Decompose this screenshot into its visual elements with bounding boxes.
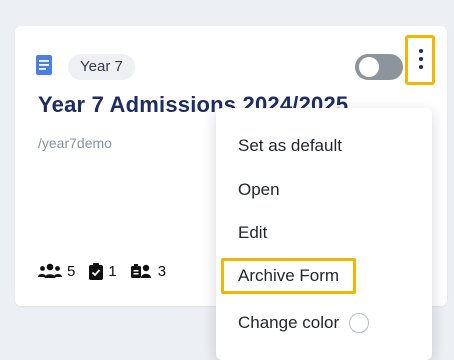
change-color-label: Change color xyxy=(238,313,340,332)
menu-item-edit[interactable]: Edit xyxy=(238,223,267,243)
form-slug: /year7demo xyxy=(38,135,112,151)
stat-users-value: 5 xyxy=(67,262,76,280)
kebab-dot xyxy=(419,49,423,53)
menu-item-open[interactable]: Open xyxy=(238,180,280,200)
reviewers-icon xyxy=(130,264,151,278)
stat-reviewers: 3 xyxy=(130,262,167,280)
color-swatch-icon xyxy=(349,313,370,333)
stat-users: 5 xyxy=(38,263,75,280)
year-badge: Year 7 xyxy=(68,54,135,80)
menu-item-archive-form[interactable]: Archive Form xyxy=(221,258,357,294)
users-icon xyxy=(38,263,62,278)
more-options-button[interactable] xyxy=(405,35,435,85)
kebab-dot xyxy=(419,65,423,69)
stat-completed-value: 1 xyxy=(108,262,117,280)
stat-completed: 1 xyxy=(89,262,117,280)
toggle-knob xyxy=(359,57,379,77)
default-toggle[interactable] xyxy=(355,54,403,80)
menu-item-change-color[interactable]: Change color xyxy=(238,313,370,333)
document-icon xyxy=(36,55,52,75)
kebab-dot xyxy=(419,57,423,61)
options-menu: Set as default Open Edit Archive Form Ch… xyxy=(216,108,432,360)
stat-reviewers-value: 3 xyxy=(157,262,167,280)
form-stats: 5 1 3 xyxy=(38,262,166,280)
menu-item-set-default[interactable]: Set as default xyxy=(238,136,342,156)
clipboard-check-icon xyxy=(89,262,104,280)
